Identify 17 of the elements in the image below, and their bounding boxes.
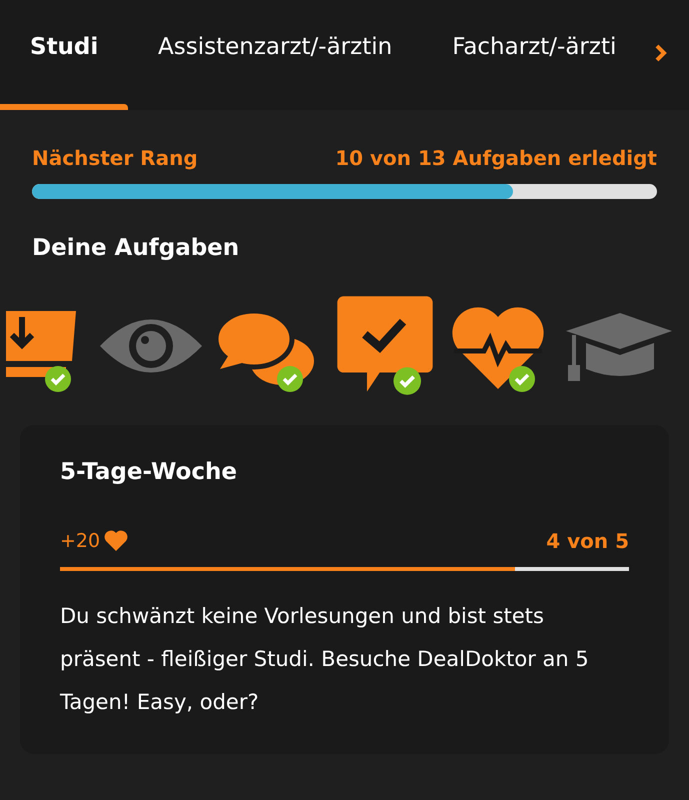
task-title: 5-Tage-Woche (60, 459, 238, 485)
heartbeat-icon[interactable] (450, 305, 546, 391)
reward-points: +20 (60, 530, 128, 552)
check-badge-icon (392, 366, 422, 395)
check-badge-icon (276, 365, 304, 393)
task-description: Du schwänzt keine Vorlesungen und bist stets präsent - fleißiger Studi. Besuche DealDoktor an 5 Tagen! Easy, oder? (60, 603, 590, 716)
check-badge-icon (44, 365, 72, 393)
chat-check-icon[interactable] (335, 295, 435, 394)
rank-label: Nächster Rang (32, 146, 198, 170)
section-title: Deine Aufgaben (32, 235, 240, 261)
tab[interactable]: Facharzt/-ärzti (422, 0, 646, 110)
check-badge-icon (508, 365, 536, 393)
tab[interactable]: Assistenzarzt/-ärztin (128, 0, 422, 110)
tasks-count: 10 von 13 Aufgaben erledigt (335, 146, 657, 170)
heart-icon (104, 530, 128, 552)
tab[interactable]: Studi (0, 0, 128, 110)
chevron-right-icon[interactable] (655, 44, 667, 62)
